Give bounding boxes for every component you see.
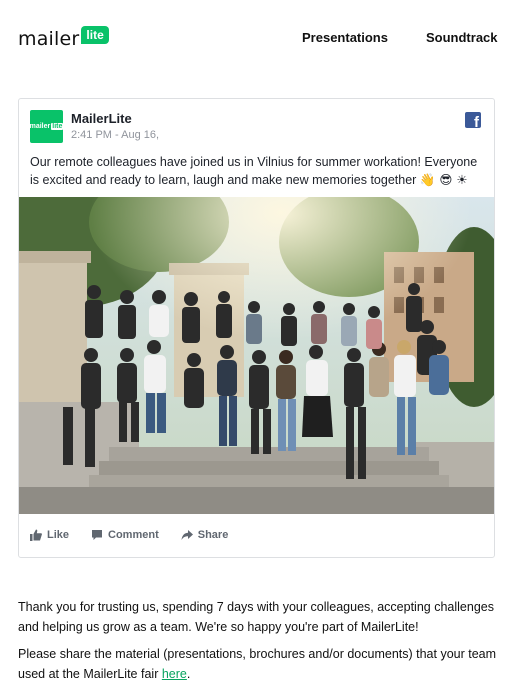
thumbs-up-icon <box>30 529 42 541</box>
facebook-icon[interactable]: f <box>465 112 481 128</box>
post-author[interactable]: MailerLite <box>71 111 132 126</box>
comment-button[interactable]: Comment <box>91 529 159 541</box>
post-text: Our remote colleagues have joined us in … <box>30 155 478 187</box>
post-actions: Like Comment Share <box>30 529 250 541</box>
comment-icon <box>92 530 103 540</box>
facebook-post-card: mailer lite MailerLite 2:41 PM - Aug 16, … <box>18 98 495 558</box>
share-button[interactable]: Share <box>181 529 229 541</box>
team-photo-illustration <box>19 197 494 514</box>
avatar-logo-text: mailer lite <box>29 123 64 130</box>
here-link[interactable]: here <box>162 667 187 681</box>
like-label: Like <box>47 529 70 541</box>
logo-wordmark: mailer <box>18 28 80 50</box>
thank-you-paragraph: Thank you for trusting us, spending 7 da… <box>18 600 494 634</box>
nav-soundtrack[interactable]: Soundtrack <box>426 30 498 45</box>
post-emojis: 👋 😎 ☀ <box>419 172 468 187</box>
team-photo[interactable] <box>19 197 494 514</box>
comment-label: Comment <box>108 529 159 541</box>
logo-badge: lite <box>81 26 109 44</box>
post-avatar[interactable]: mailer lite <box>29 110 64 143</box>
share-arrow-icon <box>181 530 193 540</box>
mailerlite-logo[interactable]: mailer lite <box>18 26 109 50</box>
share-label: Share <box>197 529 229 541</box>
post-timestamp[interactable]: 2:41 PM - Aug 16, <box>71 129 159 141</box>
like-button[interactable]: Like <box>30 529 69 541</box>
header: mailer lite Presentations Soundtrack <box>0 0 514 78</box>
nav-presentations[interactable]: Presentations <box>302 30 388 45</box>
share-material-paragraph: Please share the material (presentations… <box>18 647 497 681</box>
